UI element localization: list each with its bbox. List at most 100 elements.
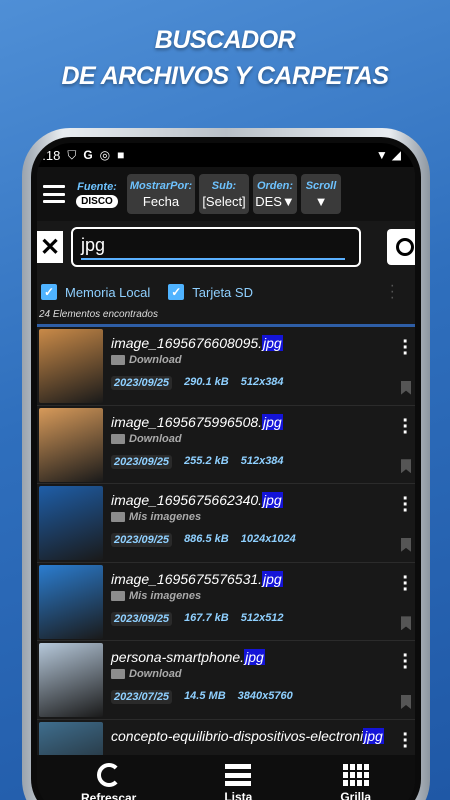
scroll-selector[interactable]: Scroll ▼ (301, 174, 341, 214)
scroll-label: Scroll (305, 179, 337, 192)
file-thumbnail[interactable] (39, 721, 103, 755)
file-ext-highlight: jpg (262, 413, 283, 430)
folder-icon (111, 590, 125, 601)
search-icon[interactable] (387, 229, 415, 265)
file-folder: Mis imagenes (111, 590, 415, 602)
file-thumbnail[interactable] (39, 329, 103, 403)
refresh-button[interactable]: Refrescar (81, 763, 136, 800)
file-name: image_1695675996508.jpg (111, 413, 283, 430)
phone-bezel: 2:18 ⛉ G ◎ ■ ▼ ◢ Fuente: DISCO MostrarPo… (31, 137, 421, 800)
list-view-button[interactable]: Lista (224, 764, 252, 800)
file-size: 255.2 kB (184, 454, 229, 467)
file-row[interactable]: persona-smartphone.jpg Download 2023/07/… (37, 641, 415, 720)
file-ext-highlight: jpg (363, 727, 384, 744)
wifi-icon: ▼ (375, 148, 388, 162)
more-options-icon[interactable]: · · · (402, 489, 409, 521)
file-size: 167.7 kB (184, 611, 229, 624)
file-ext-highlight: jpg (262, 570, 283, 587)
show-by-label: MostrarPor: (129, 179, 193, 192)
file-thumbnail[interactable] (39, 643, 103, 718)
source-label: Fuente: (77, 180, 117, 193)
checkbox-checked-icon: ✓ (168, 284, 185, 300)
more-options-icon[interactable]: · · · (402, 646, 409, 678)
sub-label: Sub: (211, 179, 237, 192)
folder-icon (111, 669, 125, 680)
file-ext-highlight: jpg (262, 335, 283, 351)
file-row[interactable]: image_1695675576531.jpg Mis imagenes 202… (37, 563, 415, 642)
search-input-value: jpg (81, 235, 345, 260)
file-folder: Download (111, 668, 415, 680)
google-icon: G (83, 148, 93, 162)
refresh-label: Refrescar (80, 791, 137, 800)
file-ext-highlight: jpg (262, 492, 283, 509)
shield-icon: ⛉ (67, 147, 77, 162)
more-options-icon[interactable]: · · · (402, 725, 409, 755)
more-options-icon[interactable]: · · · (402, 568, 409, 600)
search-row: ✕ jpg (37, 225, 415, 269)
promo-title-line2: DE ARCHIVOS Y CARPETAS (61, 62, 389, 90)
sub-value: [Select] (202, 193, 246, 209)
more-options-icon[interactable]: · · · (402, 411, 409, 443)
file-folder: Download (111, 354, 415, 366)
status-bar: 2:18 ⛉ G ◎ ■ ▼ ◢ (37, 143, 415, 167)
promo-title-line1: BUSCADOR (154, 26, 296, 54)
file-name: image_1695676608095.jpg (111, 335, 283, 351)
file-thumbnail[interactable] (39, 486, 103, 561)
file-thumbnail[interactable] (39, 407, 103, 482)
file-row[interactable]: image_1695675662340.jpg Mis imagenes 202… (37, 484, 415, 563)
file-name: persona-smartphone.jpg (111, 649, 265, 666)
file-row[interactable]: image_1695676608095.jpg Download 2023/09… (37, 327, 415, 406)
grid-label: Grilla (340, 790, 371, 800)
status-time: 2:18 (37, 147, 61, 163)
promo-title: BUSCADOR DE ARCHIVOS Y CARPETAS (0, 22, 450, 94)
order-selector[interactable]: Orden: DES▼ (253, 174, 297, 214)
more-options-icon[interactable]: · · · (390, 278, 395, 306)
file-row[interactable]: image_1695675996508.jpg Download 2023/09… (37, 406, 415, 485)
file-dimensions: 3840x5760 (237, 690, 293, 703)
file-size: 14.5 MB (184, 690, 226, 703)
list-icon (225, 764, 252, 786)
list-label: Lista (224, 790, 253, 800)
hamburger-icon[interactable] (43, 185, 65, 203)
toolbar: Fuente: DISCO MostrarPor: Fecha Sub: [Se… (37, 167, 415, 221)
file-dimensions: 512x384 (240, 454, 284, 467)
results-count: 24 Elementos encontrados (39, 309, 158, 320)
close-icon[interactable]: ✕ (37, 231, 63, 263)
file-date: 2023/07/25 (111, 690, 173, 705)
file-row[interactable]: concepto-equilibrio-dispositivos-electro… (37, 720, 415, 755)
file-date: 2023/09/25 (111, 611, 173, 626)
folder-icon (111, 512, 125, 523)
checkbox-tarjeta-sd[interactable]: ✓ Tarjeta SD (168, 284, 253, 300)
refresh-icon (96, 763, 121, 787)
order-label: Orden: (256, 179, 294, 192)
source-value: DISCO (76, 194, 118, 208)
more-options-icon[interactable]: · · · (402, 332, 409, 364)
file-meta: 2023/09/25 886.5 kB 1024x1024 (111, 533, 415, 548)
source-selector[interactable]: Fuente: DISCO (71, 181, 123, 208)
checkbox-memoria-local[interactable]: ✓ Memoria Local (41, 284, 150, 300)
sub-selector[interactable]: Sub: [Select] (199, 174, 249, 214)
checkbox-tarjeta-sd-label: Tarjeta SD (192, 284, 253, 300)
file-list: image_1695676608095.jpg Download 2023/09… (37, 327, 415, 755)
file-dimensions: 1024x1024 (240, 533, 296, 546)
file-date: 2023/09/25 (111, 533, 173, 548)
grid-view-button[interactable]: Grilla (340, 764, 371, 800)
file-name: image_1695675662340.jpg (111, 492, 283, 509)
show-by-selector[interactable]: MostrarPor: Fecha (127, 174, 195, 214)
file-thumbnail[interactable] (39, 564, 103, 639)
notification-icon: ■ (117, 148, 125, 162)
grid-icon (342, 764, 369, 786)
order-value: DES▼ (255, 193, 295, 209)
bottom-nav: Refrescar Lista Grilla (37, 755, 415, 800)
show-by-value: Fecha (142, 193, 180, 209)
file-meta: 2023/09/25 290.1 kB 512x384 (111, 376, 415, 390)
scroll-value: ▼ (314, 193, 328, 209)
file-folder: Mis imagenes (111, 511, 415, 523)
file-dimensions: 512x512 (240, 611, 284, 624)
file-folder: Download (111, 433, 415, 445)
checkbox-checked-icon: ✓ (41, 284, 57, 300)
signal-icon: ◢ (391, 148, 401, 162)
search-input[interactable]: jpg (71, 227, 361, 267)
file-date: 2023/09/25 (111, 454, 173, 469)
storage-filters: ✓ Memoria Local ✓ Tarjeta SD · · · (37, 278, 415, 306)
